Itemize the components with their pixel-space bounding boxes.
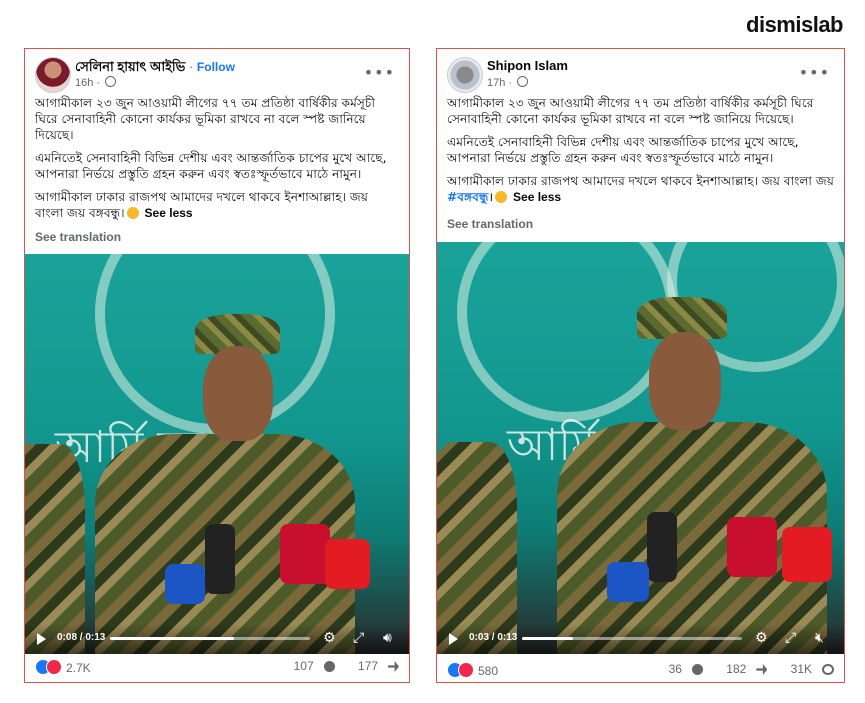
microphone: [205, 524, 235, 594]
play-icon[interactable]: [37, 633, 46, 645]
video-progress-fill: [522, 637, 573, 640]
post-paragraph-2: এমনিতেই সেনাবাহিনী বিভিন্ন দেশীয় এবং আন…: [447, 135, 799, 165]
post-paragraph-3: আগামীকাল ঢাকার রাজপথ আমাদের দখলে থাকবে ই…: [447, 174, 834, 188]
post-footer: 580 36 182 31K: [447, 659, 834, 681]
avatar[interactable]: [35, 57, 71, 93]
reaction-count: 2.7K: [66, 661, 91, 675]
see-translation-link[interactable]: See translation: [447, 217, 533, 231]
avatar[interactable]: [447, 57, 483, 93]
post-time[interactable]: 17h: [487, 77, 505, 89]
globe-icon: [105, 76, 117, 87]
emoji-icon: [126, 207, 139, 219]
reaction-count: 580: [478, 664, 499, 678]
microphone: [280, 524, 330, 584]
share-icon: [388, 661, 399, 672]
comment-icon: [691, 664, 703, 675]
see-less-link[interactable]: See less: [513, 190, 561, 204]
hashtag-link[interactable]: #বঙ্গবন্ধু: [447, 190, 489, 204]
post-header: Shipon Islam 17h · •••: [447, 57, 834, 97]
post-time[interactable]: 16h: [75, 77, 93, 89]
share-icon: [756, 664, 768, 675]
video-progress-fill: [110, 637, 234, 640]
author-name[interactable]: Shipon Islam: [487, 58, 568, 73]
post-paragraph-1: আগামীকাল ২৩ জুন আওয়ামী লীগের ৭৭ তম প্রত…: [35, 96, 375, 142]
view-count: 31K: [781, 662, 834, 676]
see-less-link[interactable]: See less: [145, 206, 193, 220]
video-controls: 0:08 / 0:13 ⚙ ⤢ 🔊︎: [25, 624, 409, 654]
settings-gear-icon[interactable]: ⚙: [323, 630, 336, 646]
post-header: সেলিনা হায়াৎ আইভি · Follow 16h · •••: [35, 57, 399, 97]
mute-icon[interactable]: 🔇︎: [815, 630, 824, 646]
share-count[interactable]: 182: [716, 662, 768, 676]
video-progress-bar[interactable]: [110, 637, 310, 640]
settings-gear-icon[interactable]: ⚙: [755, 630, 768, 646]
comment-icon: [323, 661, 335, 672]
post-text: আগামীকাল ২৩ জুন আওয়ামী লীগের ৭৭ তম প্রত…: [447, 96, 834, 204]
video-controls: 0:03 / 0:13 ⚙ ⤢ 🔇︎: [437, 624, 844, 654]
video-time: 0:03 / 0:13: [469, 632, 518, 643]
more-options-icon[interactable]: •••: [364, 63, 395, 82]
microphone: [727, 517, 777, 577]
facebook-post-right: Shipon Islam 17h · ••• আগামীকাল ২৩ জুন আ…: [436, 48, 845, 683]
follow-button[interactable]: Follow: [197, 60, 235, 74]
emoji-icon: [495, 191, 508, 203]
love-reaction-icon: [458, 662, 474, 678]
post-text: আগামীকাল ২৩ জুন আওয়ামী লীগের ৭৭ তম প্রত…: [35, 95, 399, 228]
reactions[interactable]: 2.7K: [35, 659, 91, 675]
comment-count[interactable]: 107: [284, 659, 335, 673]
microphone: [782, 527, 832, 582]
see-translation-link[interactable]: See translation: [35, 230, 121, 244]
video-progress-bar[interactable]: [522, 637, 742, 640]
author-name[interactable]: সেলিনা হায়াৎ আইভি: [75, 59, 185, 74]
eye-icon: [822, 664, 834, 675]
microphone: [647, 512, 677, 582]
comment-count[interactable]: 36: [659, 662, 703, 676]
volume-icon[interactable]: 🔊︎: [383, 630, 392, 646]
video-time: 0:08 / 0:13: [57, 632, 106, 643]
reactions[interactable]: 580: [447, 662, 498, 678]
microphone: [325, 539, 370, 589]
share-count[interactable]: 177: [348, 659, 399, 673]
more-options-icon[interactable]: •••: [799, 63, 830, 82]
fullscreen-icon[interactable]: ⤢: [353, 630, 364, 646]
microphone: [165, 564, 205, 604]
video-player[interactable]: আর্মি সম্প 0:08 / 0:13 ⚙ ⤢ 🔊︎: [25, 254, 409, 654]
love-reaction-icon: [46, 659, 62, 675]
fullscreen-icon[interactable]: ⤢: [785, 630, 796, 646]
post-paragraph-2: এমনিতেই সেনাবাহিনী বিভিন্ন দেশীয় এবং আন…: [35, 151, 387, 181]
video-player[interactable]: আর্মি সম্প 0:03 / 0:13 ⚙ ⤢ 🔇︎: [437, 242, 844, 654]
play-icon[interactable]: [449, 633, 458, 645]
microphone: [607, 562, 649, 602]
globe-icon: [517, 76, 529, 87]
brand-logo: dismislab: [746, 12, 843, 37]
post-footer: 2.7K 107 177: [35, 656, 399, 678]
post-paragraph-1: আগামীকাল ২৩ জুন আওয়ামী লীগের ৭৭ তম প্রত…: [447, 96, 814, 126]
post-paragraph-3: আগামীকাল ঢাকার রাজপথ আমাদের দখলে থাকবে ই…: [35, 190, 368, 220]
facebook-post-left: সেলিনা হায়াৎ আইভি · Follow 16h · ••• আগ…: [24, 48, 410, 683]
